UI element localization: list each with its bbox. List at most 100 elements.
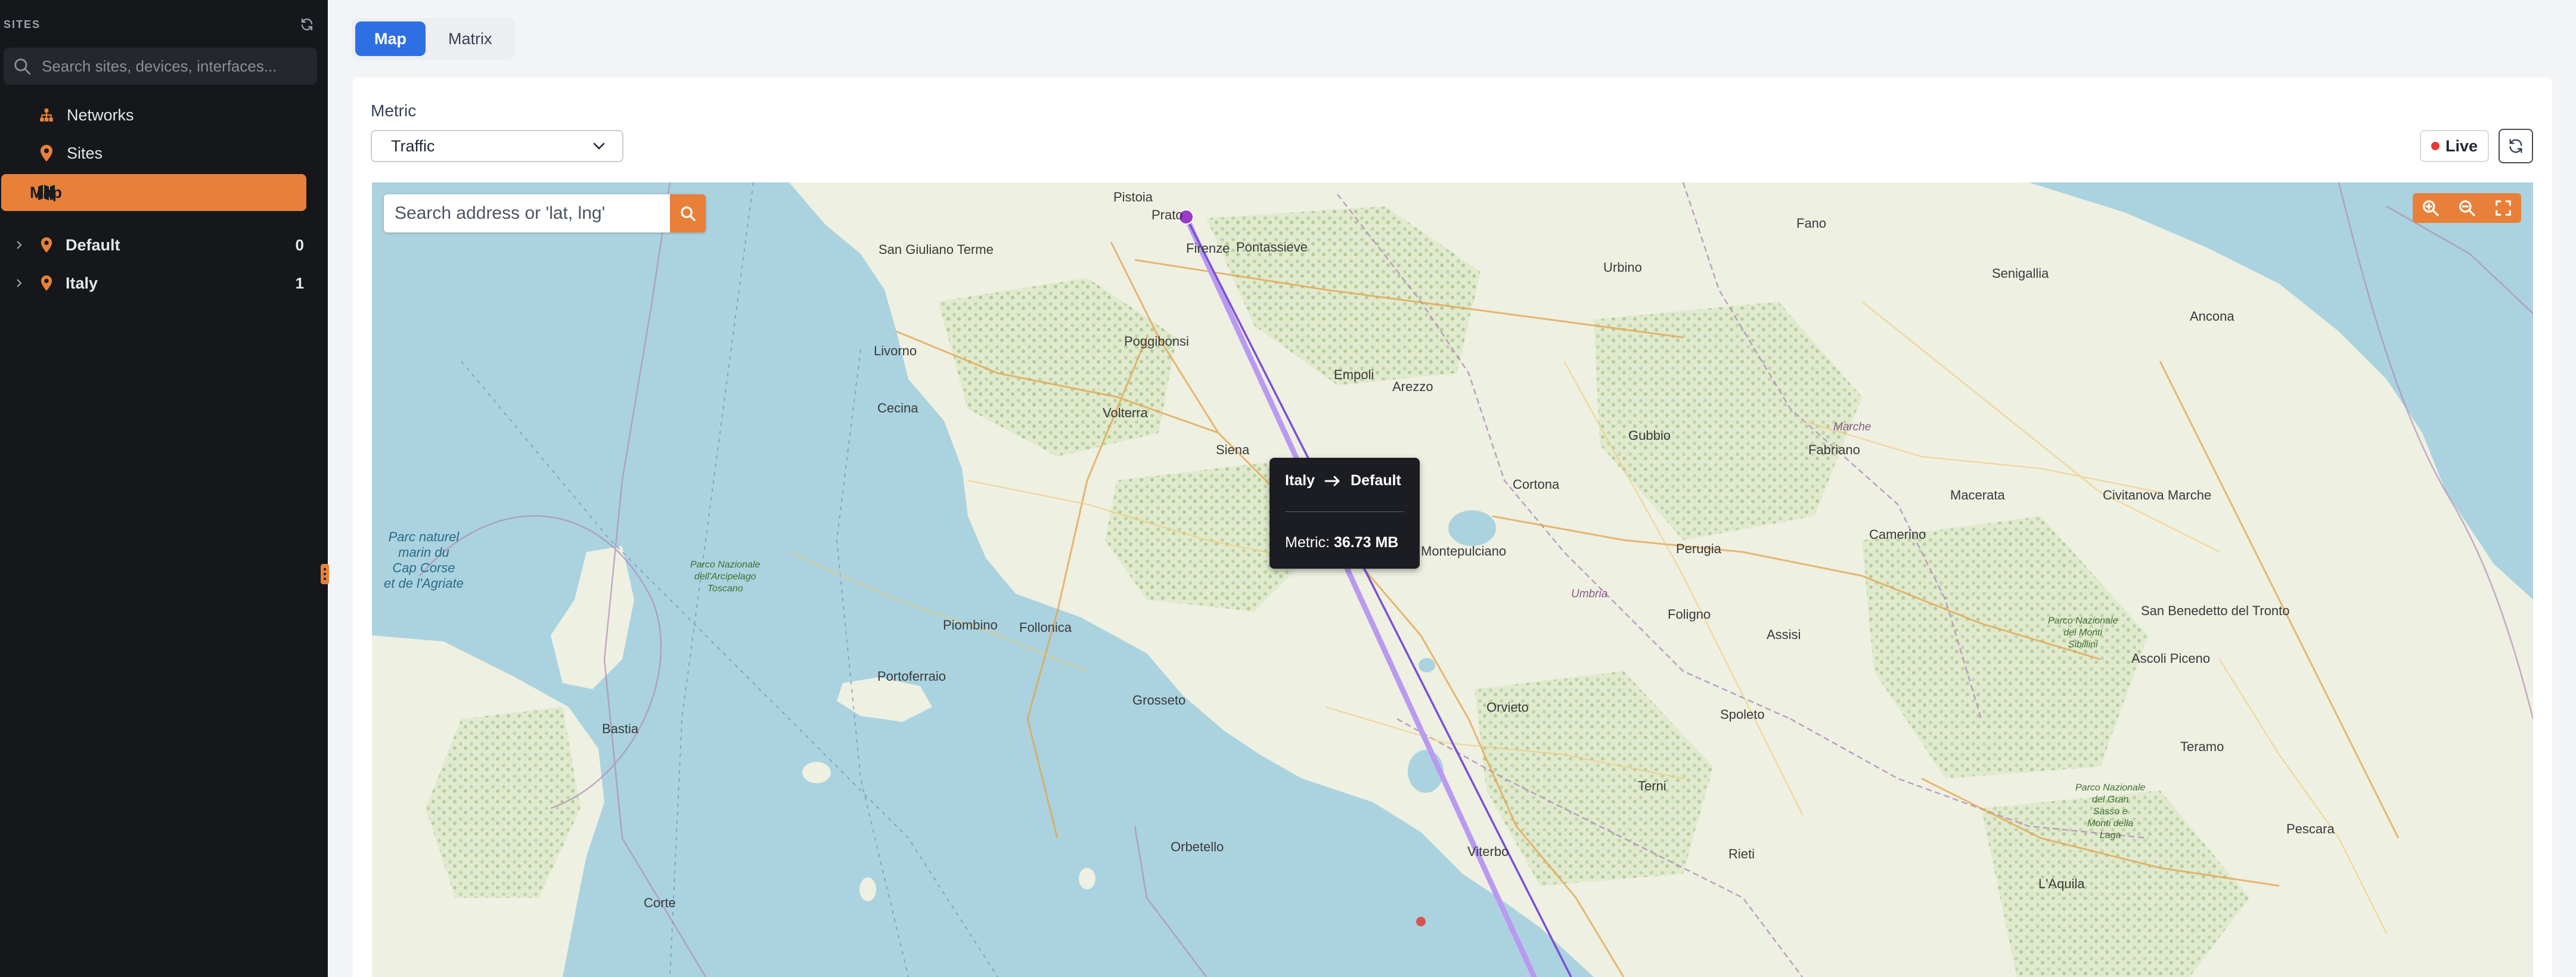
live-button[interactable]: Live xyxy=(2420,130,2489,162)
sidebar-header: SITES xyxy=(4,17,316,32)
map-label-gubbio: Gubbio xyxy=(1628,428,1671,443)
map-label-livorno: Livorno xyxy=(874,343,917,358)
map-label-camerino: Camerino xyxy=(1869,527,1926,542)
map-label-umbria: Umbria xyxy=(1571,588,1608,600)
search-icon xyxy=(14,58,31,75)
map-label-orvieto: Orvieto xyxy=(1486,700,1529,715)
map-label-viterbo: Viterbo xyxy=(1467,844,1509,859)
sidebar-title: SITES xyxy=(4,18,41,30)
nav-label: Sites xyxy=(67,144,103,162)
fullscreen-icon[interactable] xyxy=(2491,196,2515,220)
map-label-empoli: Empoli xyxy=(1334,367,1374,382)
live-label: Live xyxy=(2445,137,2478,155)
map-label-teramo: Teramo xyxy=(2180,739,2224,754)
map-label-fabriano: Fabriano xyxy=(1808,442,1860,457)
map-label-ancona: Ancona xyxy=(2190,309,2234,324)
tree-count: 1 xyxy=(295,274,304,292)
map-label-pistoia: Pistoia xyxy=(1113,190,1153,204)
map-label-senigallia: Senigallia xyxy=(1992,266,2049,281)
arrow-right-icon xyxy=(1324,476,1340,486)
map-label-gransasso-park: Parco Nazionale del Gran Sasso e Monti d… xyxy=(2075,783,2146,840)
map-search xyxy=(384,194,706,232)
search-icon xyxy=(681,206,696,221)
map-label-sanbenedetto: San Benedetto del Tronto xyxy=(2141,603,2290,618)
view-tabs: Map Matrix xyxy=(352,18,515,60)
tree-item-default[interactable]: Default 0 xyxy=(0,228,304,262)
zoom-in-icon[interactable] xyxy=(2419,196,2442,220)
map-label-pisa: San Giuliano Terme xyxy=(879,242,994,257)
nav-label: Networks xyxy=(67,106,134,124)
tooltip-to: Default xyxy=(1351,472,1401,489)
tooltip-from: Italy xyxy=(1285,472,1315,489)
sidebar-search-input[interactable] xyxy=(42,48,317,85)
map-label-piombino: Piombino xyxy=(943,618,998,632)
map-label-terni: Terni xyxy=(1638,779,1666,793)
map-label-montepulciano: Montepulciano xyxy=(1421,544,1507,559)
nav-item-sites[interactable]: Sites xyxy=(1,135,306,172)
link-tooltip: Italy Default Metric: 36.73 MB xyxy=(1270,458,1420,569)
refresh-icon[interactable] xyxy=(298,15,316,33)
sidebar-resize-handle[interactable] xyxy=(321,564,329,584)
map-label-assisi: Assisi xyxy=(1767,627,1801,642)
metric-selected-value: Traffic xyxy=(391,137,435,155)
network-icon xyxy=(38,107,55,123)
chevron-right-icon[interactable] xyxy=(13,239,25,251)
map-label-cecina: Cecina xyxy=(877,401,918,415)
map-label-bastia: Bastia xyxy=(602,721,639,736)
map-label-grosseto: Grosseto xyxy=(1132,693,1186,708)
tree-label: Italy xyxy=(66,274,98,292)
tooltip-route: Italy Default xyxy=(1285,472,1401,489)
map-label-portoferraio: Portoferraio xyxy=(877,669,946,684)
tooltip-metric: Metric: 36.73 MB xyxy=(1285,534,1398,551)
refresh-button[interactable] xyxy=(2499,129,2533,163)
sidebar: SITES Networks Sites Map xyxy=(0,0,329,977)
map-label-laquila: L'Aquila xyxy=(2038,876,2085,891)
tree-count: 0 xyxy=(295,235,304,254)
map-icon xyxy=(38,184,55,201)
map-label-corsica-park: Parc naturel marin du Cap Corse et de l'… xyxy=(384,529,464,591)
tab-matrix[interactable]: Matrix xyxy=(429,21,511,56)
live-indicator-dot xyxy=(2431,142,2440,150)
chevron-right-icon[interactable] xyxy=(13,277,25,289)
map-label-ascoli: Ascoli Piceno xyxy=(2131,651,2211,666)
map-label-pontassieve: Pontassieve xyxy=(1236,240,1308,255)
tooltip-metric-value: 36.73 MB xyxy=(1333,534,1399,551)
map-pin-icon xyxy=(38,237,55,253)
map-label-perugia: Perugia xyxy=(1676,541,1721,556)
tree-label: Default xyxy=(66,235,120,254)
metric-select[interactable]: Traffic xyxy=(371,130,623,162)
tooltip-metric-label: Metric: xyxy=(1285,534,1330,551)
map-label-civitanova: Civitanova Marche xyxy=(2103,488,2212,503)
map-label-poggibonsi: Poggibonsi xyxy=(1124,334,1189,349)
tooltip-divider xyxy=(1285,511,1404,512)
map-zoom-controls xyxy=(2413,193,2521,223)
map-label-macerata: Macerata xyxy=(1950,488,2005,503)
nav-item-networks[interactable]: Networks xyxy=(1,97,306,134)
map-search-button[interactable] xyxy=(670,194,706,232)
map-label-foligno: Foligno xyxy=(1668,607,1711,622)
map-label-rieti: Rieti xyxy=(1728,846,1755,861)
map-label-volterra: Volterra xyxy=(1103,405,1148,420)
map-label-sibillini-park: Parco Nazionale dei Monti Sibillini xyxy=(2048,616,2118,650)
map-label-urbino: Urbino xyxy=(1603,260,1642,275)
map-canvas[interactable]: Prato Firenze Pistoia Pontassieve Livorn… xyxy=(372,182,2533,977)
map-label-arezzo: Arezzo xyxy=(1392,379,1433,394)
map-label-fano: Fano xyxy=(1796,216,1827,231)
tab-map[interactable]: Map xyxy=(355,21,426,56)
refresh-icon xyxy=(2509,139,2522,153)
map-label-marche: Marche xyxy=(1833,421,1872,433)
map-label-prato: Prato xyxy=(1152,207,1183,222)
map-label-firenze: Firenze xyxy=(1186,241,1230,256)
map-label-spoleto: Spoleto xyxy=(1720,707,1765,722)
nav-item-map[interactable]: Map xyxy=(1,174,306,211)
zoom-out-icon[interactable] xyxy=(2455,196,2479,220)
tree-item-italy[interactable]: Italy 1 xyxy=(0,266,304,300)
map-search-input[interactable] xyxy=(384,194,670,232)
map-label-toscano-park: Parco Nazionale dell'Arcipelago Toscano xyxy=(690,560,761,594)
map-pin-icon xyxy=(38,275,55,291)
sidebar-search xyxy=(4,48,317,85)
map-label-follonica: Follonica xyxy=(1019,620,1072,635)
map-label-orbetello: Orbetello xyxy=(1171,839,1224,854)
metric-label: Metric xyxy=(371,101,417,120)
chevron-down-icon xyxy=(593,142,605,150)
